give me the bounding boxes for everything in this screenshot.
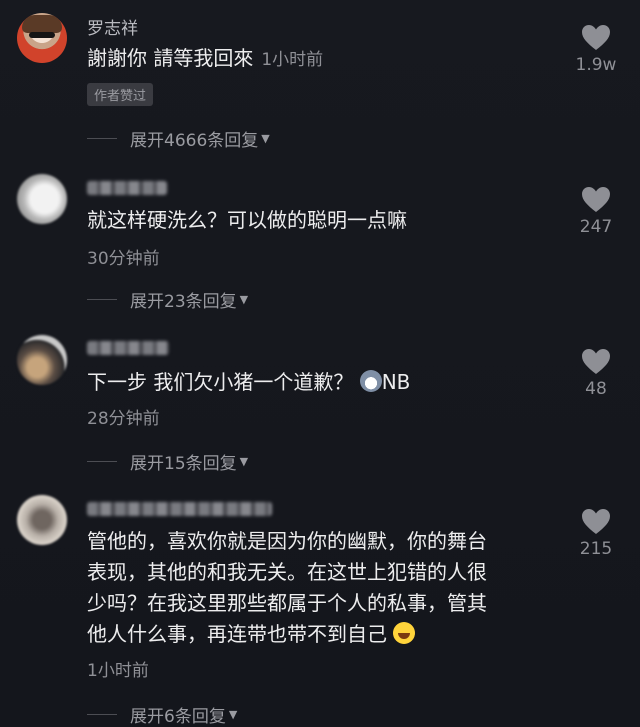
comment-text-content: 他人什么事，再连带也带不到自己: [87, 622, 387, 646]
caret-down-icon: ▼: [228, 708, 238, 721]
comment-text-line: 他人什么事，再连带也带不到自己: [87, 619, 416, 650]
comment-text-line: 少吗？在我这里那些都属于个人的私事，管其: [87, 591, 487, 615]
caret-down-icon: ▼: [261, 132, 270, 145]
like-button[interactable]: 1.9w: [568, 24, 624, 75]
comment-time: 1小时前: [87, 661, 149, 681]
like-count: 1.9w: [575, 55, 617, 75]
avatar[interactable]: [17, 335, 67, 385]
comment-time: 28分钟前: [87, 409, 160, 429]
comment-time: 1小时前: [261, 50, 324, 70]
comment-item: 管他的，喜欢你就是因为你的幽默，你的舞台 表现，其他的和我无关。在这世上犯错的人…: [0, 490, 640, 727]
comment-time: 30分钟前: [87, 249, 160, 269]
like-count: 215: [579, 539, 613, 559]
comment-text-line: 管他的，喜欢你就是因为你的幽默，你的舞台: [87, 529, 487, 553]
comment-text: 就这样硬洗么？可以做的聪明一点嘛: [87, 208, 407, 232]
comment-text-content: 謝謝你 請等我回來: [87, 46, 254, 70]
expand-replies-button[interactable]: 展开15条回复 ▼: [87, 449, 248, 474]
avatar[interactable]: [17, 13, 67, 63]
comment-text-content: 下一步 我们欠小猪一个道歉？: [87, 370, 354, 394]
avatar[interactable]: [17, 174, 67, 224]
like-count: 48: [585, 379, 607, 399]
heart-icon: [582, 509, 610, 534]
expand-replies-label: 展开6条回复: [130, 707, 226, 727]
heart-icon: [582, 187, 610, 212]
like-count: 247: [579, 217, 613, 237]
wolf-emoji-icon: [359, 370, 382, 392]
comment-item: 罗志祥 謝謝你 請等我回來 1小时前 作者赞过 展开4666条回复 ▼ 1.9w: [0, 0, 640, 160]
like-button[interactable]: 48: [568, 348, 624, 399]
comment-text: 謝謝你 請等我回來 1小时前: [87, 43, 323, 76]
comment-text: 下一步 我们欠小猪一个道歉？ NB: [87, 367, 410, 398]
expand-replies-label: 展开23条回复: [130, 292, 237, 312]
expand-replies-button[interactable]: 展开6条回复 ▼: [87, 702, 237, 727]
expand-replies-button[interactable]: 展开23条回复 ▼: [87, 287, 248, 312]
caret-down-icon: ▼: [239, 455, 249, 468]
expand-replies-label: 展开4666条回复: [130, 131, 259, 151]
divider-line: [87, 138, 117, 139]
divider-line: [87, 714, 117, 715]
comment-item: 就这样硬洗么？可以做的聪明一点嘛 30分钟前 展开23条回复 ▼ 247: [0, 170, 640, 320]
heart-icon: [582, 349, 610, 374]
comment-text-line: 表现，其他的和我无关。在这世上犯错的人很: [87, 560, 487, 584]
expand-replies-label: 展开15条回复: [130, 454, 237, 474]
heart-icon: [582, 25, 610, 50]
caret-down-icon: ▼: [239, 293, 249, 306]
comment-item: 下一步 我们欠小猪一个道歉？ NB 28分钟前 展开15条回复 ▼ 48: [0, 330, 640, 480]
comment-username-blurred[interactable]: [87, 181, 167, 195]
laughing-emoji-icon: [393, 622, 416, 644]
comment-list: 罗志祥 謝謝你 請等我回來 1小时前 作者赞过 展开4666条回复 ▼ 1.9w …: [0, 0, 640, 727]
comment-text-suffix: NB: [381, 370, 411, 394]
avatar[interactable]: [17, 495, 67, 545]
divider-line: [87, 299, 117, 300]
comment-username[interactable]: 罗志祥: [87, 14, 138, 39]
like-button[interactable]: 215: [568, 508, 624, 559]
divider-line: [87, 461, 117, 462]
author-liked-badge: 作者赞过: [87, 83, 154, 106]
comment-username-blurred[interactable]: [87, 341, 169, 355]
expand-replies-button[interactable]: 展开4666条回复 ▼: [87, 126, 270, 151]
comment-username-blurred[interactable]: [87, 502, 272, 516]
like-button[interactable]: 247: [568, 186, 624, 237]
